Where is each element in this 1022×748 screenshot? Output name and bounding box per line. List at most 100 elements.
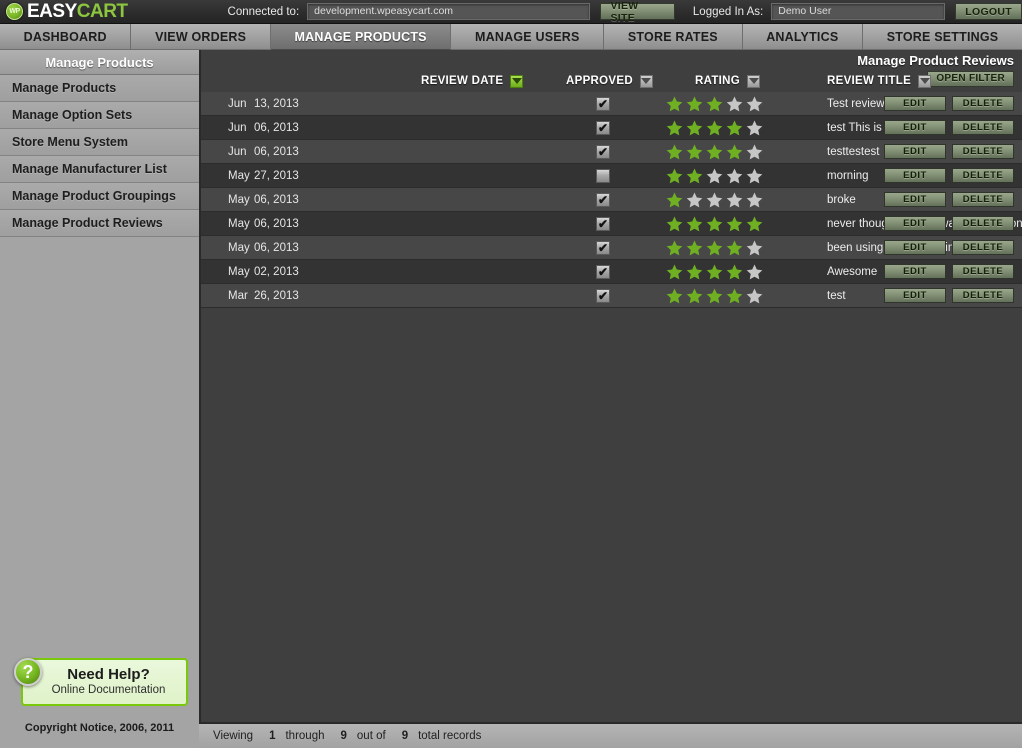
star-empty-icon [746,240,763,255]
nav-tab-analytics[interactable]: ANALYTICS [742,24,864,50]
table-row[interactable]: May 02, 2013 ✔ Awesome EDIT DELETE [201,260,1022,284]
column-header-review-date-label: REVIEW DATE [421,75,504,87]
star-filled-icon [666,120,683,135]
star-empty-icon [746,288,763,303]
star-filled-icon [686,96,703,111]
star-filled-icon [726,144,743,159]
viewing-label: Viewing [213,730,254,742]
star-filled-icon [686,168,703,183]
online-documentation-link[interactable]: Online Documentation [41,684,176,696]
delete-button[interactable]: DELETE [952,288,1014,303]
nav-tab-manage-products[interactable]: MANAGE PRODUCTS [270,24,452,50]
need-help-panel[interactable]: Need Help? Online Documentation [21,658,188,706]
table-row[interactable]: Jun 13, 2013 ✔ Test review... EDIT DELETE [201,92,1022,116]
logged-in-user-field[interactable]: Demo User [771,3,946,20]
delete-button[interactable]: DELETE [952,168,1014,183]
edit-button[interactable]: EDIT [884,168,946,183]
sidebar-item-manage-product-groupings[interactable]: Manage Product Groupings [0,183,199,210]
delete-button[interactable]: DELETE [952,264,1014,279]
delete-button[interactable]: DELETE [952,120,1014,135]
sidebar-item-store-menu-system[interactable]: Store Menu System [0,129,199,156]
approved-checkbox-checked[interactable]: ✔ [596,120,610,135]
approved-checkbox-checked[interactable]: ✔ [596,192,610,207]
sort-triangle-down-icon[interactable] [510,74,524,88]
delete-button[interactable]: DELETE [952,96,1014,111]
approved-checkbox-checked[interactable]: ✔ [596,144,610,159]
logo-badge-text: WP [9,8,20,15]
delete-button[interactable]: DELETE [952,216,1014,231]
logo-text-easy: EASY [27,1,77,22]
table-row[interactable]: Mar 26, 2013 ✔ test EDIT DELETE [201,284,1022,308]
copyright-notice: Copyright Notice, 2006, 2011 [24,722,175,734]
edit-button[interactable]: EDIT [884,192,946,207]
star-filled-icon [726,288,743,303]
edit-button[interactable]: EDIT [884,264,946,279]
nav-tab-view-orders[interactable]: VIEW ORDERS [131,24,271,50]
star-filled-icon [666,192,683,207]
edit-button[interactable]: EDIT [884,96,946,111]
rating-cell [665,287,775,305]
delete-button[interactable]: DELETE [952,144,1014,159]
viewing-from: 1 [269,730,276,742]
star-filled-icon [706,144,723,159]
sidebar-item-manage-option-sets[interactable]: Manage Option Sets [0,102,199,129]
view-site-button[interactable]: VIEW SITE [600,0,675,24]
edit-button[interactable]: EDIT [884,120,946,135]
nav-tab-store-rates[interactable]: STORE RATES [604,24,743,50]
main-nav-tabs: DASHBOARD VIEW ORDERS MANAGE PRODUCTS MANAG… [0,24,1022,50]
approved-cell: ✔ [596,144,636,159]
approved-checkbox-checked[interactable]: ✔ [596,96,610,111]
approved-checkbox-checked[interactable]: ✔ [596,216,610,231]
sidebar-item-manage-manufacturer-list[interactable]: Manage Manufacturer List [0,156,199,183]
star-filled-icon [666,264,683,279]
row-actions: EDIT DELETE [884,264,1014,279]
pagination-footer: Viewing 1 through 9 out of 9 total recor… [199,722,1022,748]
edit-button[interactable]: EDIT [884,240,946,255]
edit-button[interactable]: EDIT [884,216,946,231]
column-header-rating[interactable]: RATING [695,72,761,90]
logout-button[interactable]: LOGOUT [955,3,1022,20]
sidebar-item-manage-products[interactable]: Manage Products [0,75,199,102]
edit-button[interactable]: EDIT [884,144,946,159]
table-row[interactable]: May 06, 2013 ✔ broke EDIT DELETE [201,188,1022,212]
approved-checkbox-checked[interactable]: ✔ [596,288,610,303]
open-filter-button[interactable]: OPEN FILTER [927,71,1014,87]
review-date-cell: Mar 26, 2013 [228,289,299,302]
sidebar-item-manage-product-reviews[interactable]: Manage Product Reviews [0,210,199,237]
nav-tab-store-settings[interactable]: STORE SETTINGS [863,24,1022,50]
column-header-approved[interactable]: APPROVED [566,72,653,90]
approved-checkbox-unchecked[interactable] [596,168,610,183]
need-help-box[interactable]: ? Need Help? Online Documentation [8,658,188,706]
nav-tab-dashboard[interactable]: DASHBOARD [0,24,132,50]
star-filled-icon [706,96,723,111]
approved-cell: ✔ [596,216,636,231]
table-row[interactable]: May06, 2013✔never thought I would want a… [201,212,1022,236]
star-empty-icon [686,192,703,207]
approved-checkbox-checked[interactable]: ✔ [596,264,610,279]
connected-site-field[interactable]: development.wpeasycart.com [307,3,591,20]
out-of-label: out of [356,730,386,742]
column-header-review-date[interactable]: REVIEW DATE [421,72,524,90]
review-date-month: Jun [228,145,247,158]
sort-triangle-down-icon[interactable] [918,74,932,88]
edit-button[interactable]: EDIT [884,288,946,303]
delete-button[interactable]: DELETE [952,192,1014,207]
star-filled-icon [686,288,703,303]
app-window: WP EASYCART Connected to: development.wp… [0,0,1022,748]
row-actions: EDIT DELETE [884,192,1014,207]
sort-triangle-down-icon[interactable] [639,74,653,88]
review-date-cell: May 02, 2013 [228,265,299,278]
column-header-review-title-label: REVIEW TITLE [827,75,912,87]
table-row[interactable]: May06, 2013✔been using this a long timeE… [201,236,1022,260]
reviews-table: Jun 13, 2013 ✔ Test review... EDIT DELETE Jun 0… [201,92,1022,308]
star-empty-icon [706,168,723,183]
column-header-review-title[interactable]: REVIEW TITLE [827,72,932,90]
table-row[interactable]: Jun06, 2013✔test This is a test. TestEDI… [201,116,1022,140]
delete-button[interactable]: DELETE [952,240,1014,255]
table-row[interactable]: May 27, 2013 morning EDIT DELETE [201,164,1022,188]
approved-checkbox-checked[interactable]: ✔ [596,240,610,255]
table-row[interactable]: Jun 06, 2013 ✔ testtestest EDIT DELETE [201,140,1022,164]
sort-triangle-down-icon[interactable] [747,74,761,88]
logo[interactable]: WP EASYCART [0,2,128,21]
nav-tab-manage-users[interactable]: MANAGE USERS [451,24,605,50]
